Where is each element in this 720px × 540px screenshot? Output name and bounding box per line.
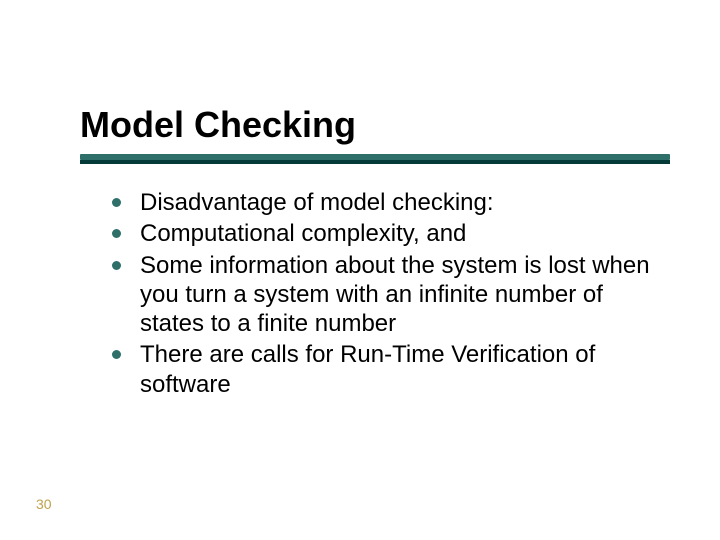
page-number: 30	[36, 496, 52, 512]
bullet-list: Disadvantage of model checking: Computat…	[106, 188, 666, 399]
list-item: Some information about the system is los…	[106, 251, 666, 339]
list-item: Disadvantage of model checking:	[106, 188, 666, 217]
underline-shadow	[80, 160, 670, 164]
list-item: Computational complexity, and	[106, 219, 666, 248]
content-area: Disadvantage of model checking: Computat…	[106, 188, 666, 401]
list-item: There are calls for Run-Time Verificatio…	[106, 340, 666, 399]
slide-title: Model Checking	[80, 104, 356, 146]
title-underline	[80, 154, 670, 164]
slide: Model Checking Disadvantage of model che…	[0, 0, 720, 540]
